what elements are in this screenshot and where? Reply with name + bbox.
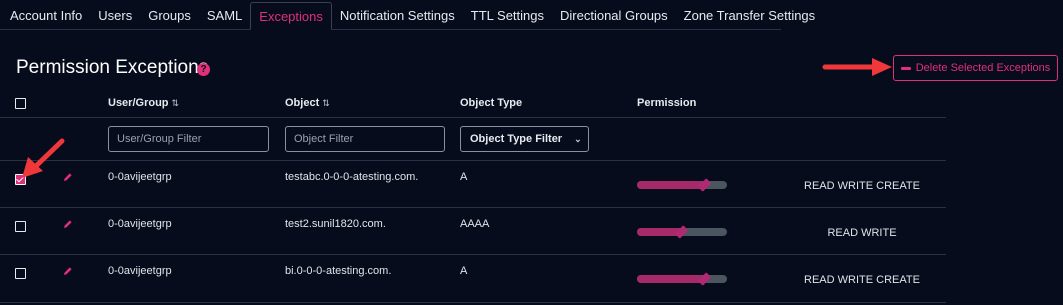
help-icon[interactable]: ? xyxy=(197,63,210,76)
tab-exceptions[interactable]: Exceptions xyxy=(250,2,332,30)
column-header-user-group[interactable]: User/Group ⇅ xyxy=(108,97,179,109)
user-group-header-label: User/Group xyxy=(108,97,169,109)
annotation-arrow-icon xyxy=(22,138,65,178)
object-type-filter-label: Object Type Filter xyxy=(470,133,563,145)
permission-label: READ WRITE CREATE xyxy=(804,180,920,192)
permission-label: READ WRITE CREATE xyxy=(804,274,920,286)
object-cell: test2.sunil1820.com. xyxy=(285,218,386,230)
object-type-cell: A xyxy=(460,265,468,277)
tab-notification-settings[interactable]: Notification Settings xyxy=(332,2,463,29)
object-type-cell: A xyxy=(460,171,468,183)
user-group-cell: 0-0avijeetgrp xyxy=(108,265,172,277)
permission-slider[interactable] xyxy=(637,178,727,192)
column-header-permission: Permission xyxy=(637,97,697,109)
edit-pencil-icon[interactable] xyxy=(63,219,73,229)
edit-pencil-icon[interactable] xyxy=(63,266,73,276)
delete-button-label: Delete Selected Exceptions xyxy=(915,62,1051,74)
column-header-object-type: Object Type xyxy=(460,97,523,109)
tab-account-info[interactable]: Account Info xyxy=(0,2,90,29)
object-cell: testabc.0-0-0-atesting.com. xyxy=(285,171,419,183)
sort-icon: ⇅ xyxy=(322,98,330,108)
permission-slider[interactable] xyxy=(637,225,727,239)
object-type-filter-select[interactable]: Object Type Filter ⌄ xyxy=(460,126,589,152)
object-cell: bi.0-0-0-atesting.com. xyxy=(285,265,392,277)
row-checkbox[interactable] xyxy=(15,268,26,279)
tab-zone-transfer-settings[interactable]: Zone Transfer Settings xyxy=(676,2,824,29)
object-type-cell: AAAA xyxy=(460,218,490,230)
user-group-cell: 0-0avijeetgrp xyxy=(108,171,172,183)
table-row: 0-0avijeetgrp test2.sunil1820.com. AAAA … xyxy=(0,208,946,255)
permission-slider[interactable] xyxy=(637,272,727,286)
tab-ttl-settings[interactable]: TTL Settings xyxy=(463,2,552,29)
page-title: Permission Exceptions xyxy=(16,57,209,78)
minus-icon xyxy=(900,66,911,70)
object-header-label: Object xyxy=(285,97,320,109)
table-header-row: User/Group ⇅ Object ⇅ Object Type Permissi… xyxy=(0,86,946,118)
user-group-filter-input[interactable] xyxy=(108,126,269,152)
table-filter-row: Object Type Filter ⌄ xyxy=(0,118,946,161)
row-checkbox[interactable] xyxy=(15,221,26,232)
table-row: 0-0avijeetgrp testabc.0-0-0-atesting.com… xyxy=(0,161,946,208)
select-all-checkbox[interactable] xyxy=(15,98,26,109)
tab-directional-groups[interactable]: Directional Groups xyxy=(552,2,676,29)
tab-bar: Account Info Users Groups SAML Exception… xyxy=(0,2,815,30)
annotation-arrow-icon xyxy=(822,58,892,76)
tab-groups[interactable]: Groups xyxy=(140,2,199,29)
column-header-object[interactable]: Object ⇅ xyxy=(285,97,330,109)
delete-selected-exceptions-button[interactable]: Delete Selected Exceptions xyxy=(893,55,1058,81)
user-group-cell: 0-0avijeetgrp xyxy=(108,218,172,230)
permission-label: READ WRITE xyxy=(827,227,897,239)
tab-saml[interactable]: SAML xyxy=(199,2,250,29)
permission-slider-fill xyxy=(637,275,705,283)
chevron-down-icon: ⌄ xyxy=(574,133,582,144)
object-filter-input[interactable] xyxy=(285,126,445,152)
sort-icon: ⇅ xyxy=(171,98,180,108)
permission-slider-fill xyxy=(637,181,705,189)
table-row: 0-0avijeetgrp bi.0-0-0-atesting.com. A R… xyxy=(0,255,946,303)
tab-users[interactable]: Users xyxy=(90,2,140,29)
